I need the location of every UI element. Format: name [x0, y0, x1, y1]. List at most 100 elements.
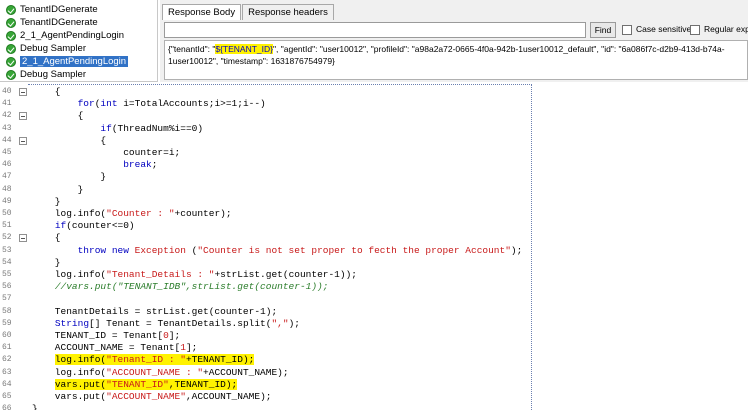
code-text: //vars.put("TENANT_IDB",strList.get(coun…	[32, 281, 329, 293]
fold-collapse-icon[interactable]	[19, 136, 27, 145]
fold-collapse-icon[interactable]	[19, 112, 27, 121]
tree-item-debug-sampler[interactable]: Debug Sampler	[6, 68, 86, 81]
code-line: 60 TENANT_ID = Tenant[0];	[0, 330, 532, 342]
code-line: 49 }	[0, 196, 532, 208]
code-line: 41 for(int i=TotalAccounts;i>=1;i--)	[0, 98, 532, 110]
success-icon	[6, 69, 16, 80]
highlighted-code-token: +TENANT_ID);	[185, 354, 255, 366]
code-line: 40 {	[0, 86, 532, 98]
tab-response-body[interactable]: Response Body	[162, 4, 242, 20]
code-line: 46 break;	[0, 159, 532, 171]
code-text: throw new Exception ("Counter is not set…	[32, 244, 523, 257]
tree-item-tenantidgenerate[interactable]: TenantIDGenerate	[6, 16, 98, 29]
code-token: }	[32, 195, 61, 207]
line-number: 61	[2, 343, 12, 353]
line-number: 51	[2, 221, 12, 231]
code-token: "Counter : "	[106, 208, 175, 219]
code-line: 61 ACCOUNT_NAME = Tenant[1];	[0, 342, 532, 354]
response-panel: Response Body Response headers Find Case…	[160, 0, 748, 82]
tree-item-agentpendinglogin[interactable]: 2_1_AgentPendingLogin	[6, 29, 124, 42]
code-token: );	[510, 244, 523, 256]
code-token: ;	[151, 159, 158, 171]
code-token: );	[288, 317, 300, 329]
case-sensitive-checkbox[interactable]	[622, 25, 632, 35]
results-tree: TenantIDGenerate TenantIDGenerate 2_1_Ag…	[0, 0, 158, 82]
script-editor[interactable]: 40 {41 for(int i=TotalAccounts;i>=1;i--)…	[0, 84, 532, 410]
code-text: TENANT_ID = Tenant[0];	[32, 330, 180, 342]
success-icon	[6, 17, 16, 28]
code-text: if(ThreadNum%i==0)	[32, 123, 203, 135]
code-text: }	[32, 257, 61, 269]
code-token: counter=i;	[32, 147, 181, 158]
code-line: 47 }	[0, 171, 532, 183]
code-line: 53 throw new Exception ("Counter is not …	[0, 245, 532, 257]
code-token: }	[32, 256, 61, 268]
code-token: "Tenant_Details : "	[106, 269, 215, 280]
line-number: 66	[2, 404, 12, 410]
line-number: 53	[2, 245, 12, 255]
code-token: ACCOUNT_NAME = Tenant[	[32, 342, 181, 354]
tenant-id-placeholder: ${TENANT_ID}	[215, 44, 273, 54]
code-line: 57	[0, 293, 532, 305]
success-icon	[6, 30, 16, 41]
find-input[interactable]	[164, 22, 586, 38]
code-text: vars.put("ACCOUNT_NAME",ACCOUNT_NAME);	[32, 391, 272, 403]
code-text: log.info("Counter : "+counter);	[32, 208, 232, 220]
code-token: }	[32, 403, 38, 410]
code-token: (counter<=0)	[66, 220, 135, 232]
line-number: 58	[2, 306, 12, 316]
fold-collapse-icon[interactable]	[19, 234, 27, 243]
code-line: 52 {	[0, 232, 532, 244]
regular-exp-checkbox[interactable]	[690, 25, 700, 35]
code-token: +ACCOUNT_NAME);	[203, 366, 289, 378]
line-number: 48	[2, 184, 12, 194]
code-line: 54 }	[0, 257, 532, 269]
tab-response-headers[interactable]: Response headers	[242, 4, 334, 20]
response-body-start: {"tenantId": "	[168, 44, 216, 54]
line-number: 50	[2, 209, 12, 218]
find-bar: Find Case sensitive Regular exp.	[164, 22, 748, 38]
line-number: 49	[2, 196, 12, 206]
code-token: {	[32, 232, 61, 244]
code-line: 62 log.info("Tenant_ID : "+TENANT_ID);	[0, 354, 532, 366]
regular-exp-label: Regular exp.	[704, 24, 748, 34]
tree-item-tenantidgenerate[interactable]: TenantIDGenerate	[6, 3, 98, 16]
code-text: }	[32, 403, 38, 410]
code-token: {	[32, 86, 61, 97]
tree-item-label: Debug Sampler	[20, 69, 87, 80]
code-line: 48 }	[0, 184, 532, 196]
find-button[interactable]: Find	[590, 22, 616, 38]
code-line: 42 {	[0, 110, 532, 122]
code-token: ,ACCOUNT_NAME);	[185, 391, 272, 402]
code-token: ];	[168, 330, 181, 341]
response-body-text[interactable]: {"tenantId": "${TENANT_ID}", "agentId": …	[164, 40, 748, 80]
tree-item-agentpendinglogin-selected[interactable]: 2_1_AgentPendingLogin	[6, 55, 129, 68]
line-number: 63	[2, 367, 12, 377]
tree-item-debug-sampler[interactable]: Debug Sampler	[6, 42, 86, 55]
code-line: 44 {	[0, 135, 532, 147]
code-line: 64 vars.put("TENANT_ID",TENANT_ID);	[0, 378, 532, 391]
fold-collapse-icon[interactable]	[19, 88, 27, 96]
code-line: 55 log.info("Tenant_Details : "+strList.…	[0, 269, 532, 281]
code-text: }	[32, 184, 84, 196]
code-text: }	[32, 196, 61, 208]
code-token: if	[100, 122, 112, 134]
code-line: 45 counter=i;	[0, 147, 532, 159]
code-line: 59 String[] Tenant = TenantDetails.split…	[0, 318, 532, 330]
highlighted-code-token: "Tenant_ID : "	[106, 354, 186, 366]
code-token: vars.put(	[32, 391, 107, 402]
code-text: ACCOUNT_NAME = Tenant[1];	[32, 342, 198, 354]
tree-item-label: TenantIDGenerate	[20, 4, 98, 15]
tree-item-label: 2_1_AgentPendingLogin	[20, 30, 125, 41]
code-token: i=TotalAccounts;i>=1;i--)	[117, 98, 266, 110]
line-number: 65	[2, 392, 12, 401]
line-number: 60	[2, 331, 12, 340]
code-text: {	[32, 232, 61, 244]
code-token: TENANT_ID = Tenant[	[32, 330, 164, 341]
code-token: String	[54, 317, 90, 329]
